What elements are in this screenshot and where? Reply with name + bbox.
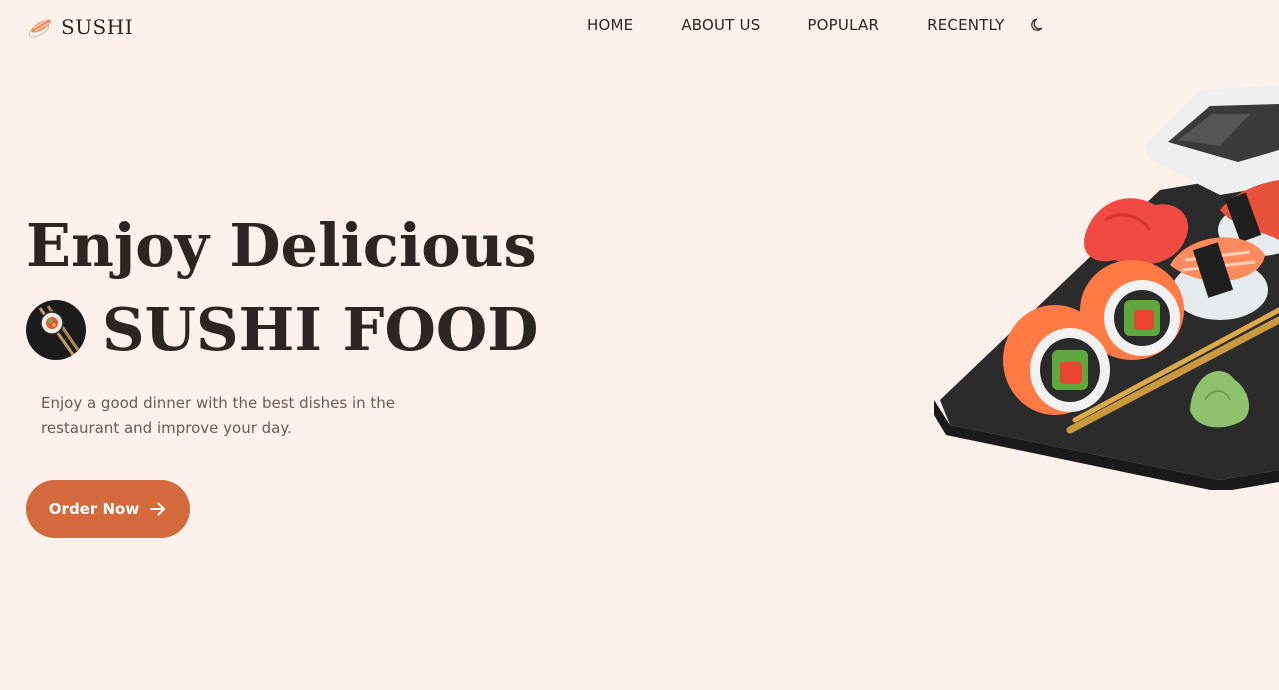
logo-text: SUSHI: [61, 15, 134, 39]
moon-icon[interactable]: [1030, 17, 1046, 33]
hero-title-line2-row: SUSHI FOOD: [26, 295, 539, 364]
nav-about-us[interactable]: ABOUT US: [681, 16, 760, 34]
sushi-roll-image: [26, 300, 86, 361]
site-header: SUSHI HOME ABOUT US POPULAR RECENTLY: [0, 0, 1279, 54]
arrow-right-icon: [149, 500, 167, 518]
order-now-button[interactable]: Order Now: [26, 480, 190, 538]
sushi-platter-image: [920, 70, 1279, 492]
hero-title-line1: Enjoy Delicious: [26, 211, 537, 280]
nav-home[interactable]: HOME: [587, 16, 633, 34]
nav-recently[interactable]: RECENTLY: [927, 16, 1004, 34]
hero-description: Enjoy a good dinner with the best dishes…: [41, 394, 396, 437]
main-nav: HOME ABOUT US POPULAR RECENTLY: [587, 16, 1046, 34]
order-now-label: Order Now: [48, 500, 140, 518]
sushi-logo-icon: [28, 19, 51, 38]
logo[interactable]: SUSHI: [27, 12, 133, 42]
hero-title-line2: SUSHI FOOD: [102, 295, 539, 364]
nav-popular[interactable]: POPULAR: [807, 16, 879, 34]
